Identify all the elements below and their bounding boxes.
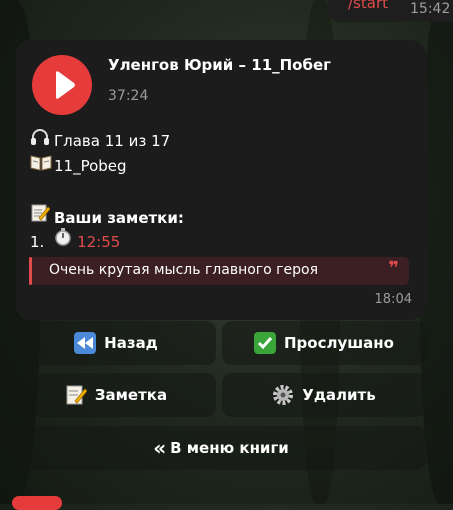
memo-icon: [65, 384, 88, 406]
partial-next-element: [12, 496, 62, 510]
memo-icon: [30, 203, 54, 227]
book-menu-button[interactable]: « В меню книги: [16, 426, 426, 470]
quote-mark-icon: ❞: [388, 258, 399, 279]
back-button-label: Назад: [104, 334, 158, 352]
note-button[interactable]: Заметка: [16, 373, 216, 417]
delete-button-label: Удалить: [302, 386, 376, 404]
gear-icon: [272, 384, 294, 406]
audio-duration: 37:24: [108, 88, 149, 104]
stopwatch-icon: [53, 227, 77, 251]
rewind-icon: [74, 332, 97, 354]
note-button-label: Заметка: [94, 386, 168, 404]
check-mark-icon: [254, 332, 276, 354]
note-timestamp[interactable]: 12:55: [77, 233, 120, 251]
previous-message-time: 15:42: [410, 1, 451, 17]
file-line: 11_Pobeg: [30, 153, 127, 175]
file-name: 11_Pobeg: [54, 157, 127, 175]
note-number: 1.: [30, 233, 45, 251]
audio-message-bubble: Уленгов Юрий – 11_Побег 37:24 Глава 11 и…: [16, 40, 426, 320]
play-button[interactable]: [32, 55, 92, 115]
start-command[interactable]: /start: [348, 0, 388, 12]
note-quote-text: Очень крутая мысль главного героя: [49, 262, 319, 278]
chapter-line: Глава 11 из 17: [30, 128, 170, 150]
audio-title: Уленгов Юрий – 11_Побег: [108, 56, 331, 74]
notes-heading: Ваши заметки:: [54, 209, 184, 227]
note-quote: Очень крутая мысль главного героя ❞: [29, 257, 409, 285]
note-item: 1. 12:55: [30, 227, 120, 251]
open-book-icon: [30, 153, 54, 175]
delete-button[interactable]: Удалить: [222, 373, 426, 417]
listened-button-label: Прослушано: [284, 334, 394, 352]
notes-heading-line: Ваши заметки:: [30, 203, 184, 227]
chapter-text: Глава 11 из 17: [54, 132, 171, 150]
back-button[interactable]: Назад: [16, 321, 216, 365]
listened-button[interactable]: Прослушано: [222, 321, 426, 365]
book-menu-button-label: В меню книги: [170, 439, 289, 457]
double-chevron-left-icon: «: [153, 436, 167, 460]
headphones-icon: [30, 128, 54, 150]
play-icon: [56, 71, 75, 99]
quote-bar: [29, 257, 32, 285]
message-time: 18:04: [374, 292, 412, 307]
